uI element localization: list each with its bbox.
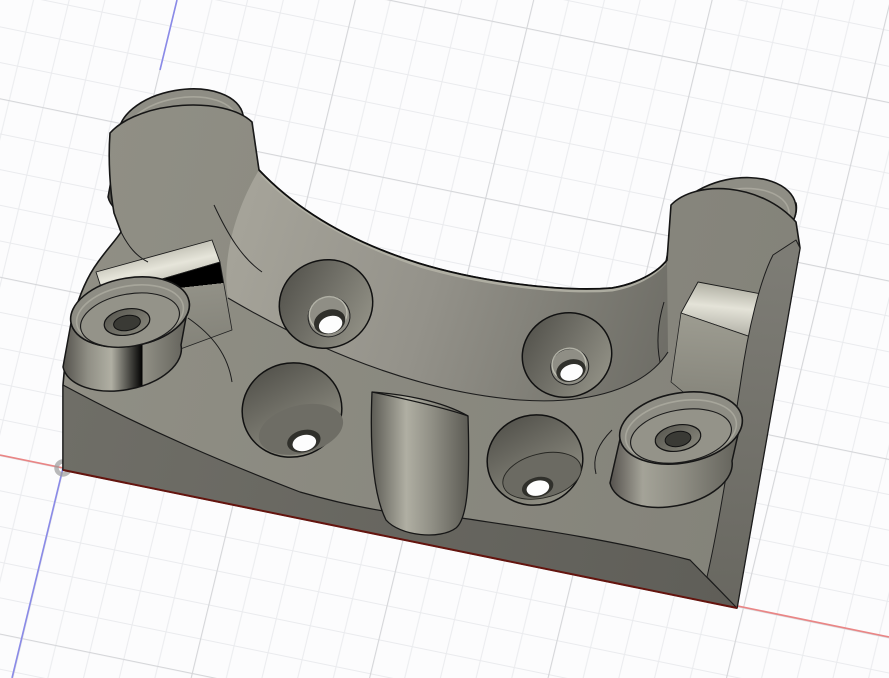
viewport-canvas[interactable] <box>0 0 889 678</box>
front-bump[interactable] <box>371 392 468 535</box>
